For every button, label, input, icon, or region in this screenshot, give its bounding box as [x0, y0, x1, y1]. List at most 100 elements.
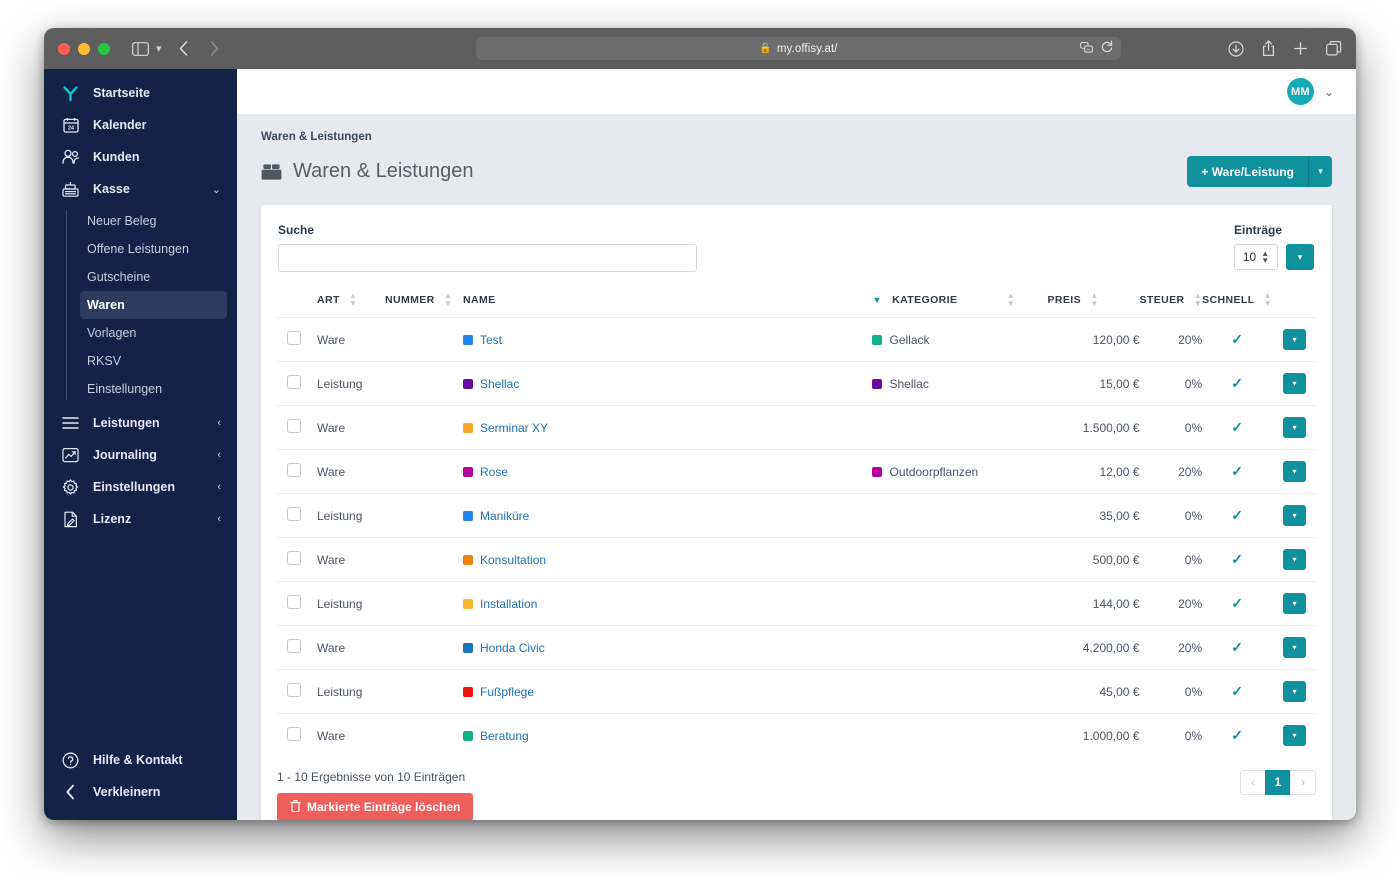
sidebar-item-einstellungen[interactable]: Einstellungen ‹ [44, 471, 237, 503]
name-link[interactable]: Konsultation [480, 553, 546, 567]
share-icon[interactable] [1262, 40, 1275, 57]
column-header-schnell[interactable]: SCHNELL ▲ ▼ [1202, 286, 1272, 318]
name-link[interactable]: Serminar XY [480, 421, 548, 435]
row-checkbox[interactable] [287, 507, 301, 521]
sidebar-item-hilfe-kontakt[interactable]: Hilfe & Kontakt [44, 744, 237, 776]
sidebar-options-caret-icon[interactable]: ▾ [156, 42, 162, 55]
search-input[interactable] [278, 244, 697, 272]
entries-per-page-select[interactable]: 10 ▲ ▼ [1234, 244, 1278, 270]
sidebar-item-vorlagen[interactable]: Vorlagen [80, 319, 227, 347]
row-actions-button[interactable]: ▾ [1283, 637, 1306, 658]
row-actions-button[interactable]: ▾ [1283, 593, 1306, 614]
sort-icon[interactable]: ▲ ▼ [1007, 292, 1015, 308]
sort-icon[interactable]: ▲ ▼ [1090, 292, 1098, 308]
row-checkbox[interactable] [287, 419, 301, 433]
name-link[interactable]: Fußpflege [480, 685, 534, 699]
row-actions-button[interactable]: ▾ [1283, 329, 1306, 350]
sidebar-item-kalender[interactable]: 24 Kalender [44, 109, 237, 141]
table-row[interactable]: Leistung Maniküre 35,00 €0% ✓ ▾ [277, 493, 1316, 538]
column-header-name[interactable]: NAME [463, 286, 872, 318]
filter-button[interactable]: ▾ [1286, 244, 1314, 270]
row-actions-button[interactable]: ▾ [1283, 505, 1306, 526]
tab-overview-icon[interactable] [1326, 41, 1342, 56]
sidebar-toggle-icon[interactable] [132, 41, 149, 56]
sidebar-item-kunden[interactable]: Kunden [44, 141, 237, 173]
row-checkbox[interactable] [287, 595, 301, 609]
table-row[interactable]: Ware Honda Civic 4.200,00 €20% ✓ ▾ [277, 625, 1316, 670]
sidebar-item-waren[interactable]: Waren [80, 291, 227, 319]
table-row[interactable]: Ware Serminar XY 1.500,00 €0% ✓ ▾ [277, 405, 1316, 450]
name-link[interactable]: Shellac [480, 377, 519, 391]
minimize-window-button[interactable] [78, 42, 90, 55]
row-checkbox[interactable] [287, 463, 301, 477]
table-row[interactable]: Ware Rose Outdoorpflanzen 12,00 €20% ✓ ▾ [277, 449, 1316, 494]
column-header-steuer[interactable]: STEUER ▲ ▼ [1139, 286, 1202, 318]
translate-icon[interactable]: A [1080, 40, 1093, 58]
sort-icon[interactable]: ▲ ▼ [1264, 292, 1272, 308]
chevron-down-icon[interactable]: ⌄ [212, 183, 221, 196]
sidebar-item-verkleinern[interactable]: Verkleinern [44, 776, 237, 808]
name-link[interactable]: Rose [480, 465, 508, 479]
column-header-art[interactable]: ART ▲ ▼ [317, 286, 385, 318]
sort-icon[interactable]: ▲ ▼ [444, 292, 452, 308]
row-actions-button[interactable]: ▾ [1283, 681, 1306, 702]
row-checkbox[interactable] [287, 551, 301, 565]
sort-icon[interactable]: ▲ ▼ [349, 292, 357, 308]
table-row[interactable]: Ware Test Gellack 120,00 €20% ✓ ▾ [277, 317, 1316, 362]
row-actions-button[interactable]: ▾ [1283, 417, 1306, 438]
back-icon[interactable] [179, 41, 188, 56]
pagination-page-1[interactable]: 1 [1265, 770, 1291, 795]
sort-icon[interactable]: ▲ ▼ [1194, 292, 1202, 308]
row-checkbox[interactable] [287, 683, 301, 697]
forward-icon[interactable] [210, 41, 219, 56]
sidebar-item-neuer-beleg[interactable]: Neuer Beleg [80, 207, 227, 235]
table-row[interactable]: Ware Konsultation 500,00 €0% ✓ ▾ [277, 537, 1316, 582]
chevron-left-icon[interactable]: ‹ [217, 449, 221, 461]
sidebar-item-offene-leistungen[interactable]: Offene Leistungen [80, 235, 227, 263]
name-link[interactable]: Honda Civic [480, 641, 545, 655]
chevron-left-icon[interactable]: ‹ [217, 481, 221, 493]
row-actions-button[interactable]: ▾ [1283, 461, 1306, 482]
downloads-icon[interactable] [1228, 40, 1244, 57]
pagination-prev[interactable]: ‹ [1240, 770, 1266, 795]
row-checkbox[interactable] [287, 375, 301, 389]
add-ware-leistung-button[interactable]: + Ware/Leistung [1187, 156, 1308, 187]
row-checkbox[interactable] [287, 639, 301, 653]
name-link[interactable]: Beratung [480, 729, 529, 743]
new-tab-icon[interactable] [1293, 41, 1308, 56]
chevron-down-icon[interactable]: ⌄ [1324, 85, 1334, 99]
column-header-kategorie[interactable]: ▼ KATEGORIE ▲ ▼ [872, 286, 1047, 318]
name-link[interactable]: Installation [480, 597, 537, 611]
sidebar-item-lizenz[interactable]: Lizenz ‹ [44, 503, 237, 535]
sidebar-item-startseite[interactable]: Startseite [44, 77, 237, 109]
table-row[interactable]: Leistung Installation 144,00 €20% ✓ ▾ [277, 581, 1316, 626]
row-checkbox[interactable] [287, 331, 301, 345]
chevron-left-icon[interactable]: ‹ [217, 417, 221, 429]
column-header-nummer[interactable]: NUMMER ▲ ▼ [385, 286, 463, 318]
sidebar-item-gutscheine[interactable]: Gutscheine [80, 263, 227, 291]
reload-icon[interactable] [1101, 40, 1113, 58]
sidebar-item-journaling[interactable]: Journaling ‹ [44, 439, 237, 471]
close-window-button[interactable] [58, 42, 70, 55]
row-actions-button[interactable]: ▾ [1283, 373, 1306, 394]
name-link[interactable]: Test [480, 333, 502, 347]
table-row[interactable]: Ware Beratung 1.000,00 €0% ✓ ▾ [277, 713, 1316, 757]
sidebar-item-kasse-einstellungen[interactable]: Einstellungen [80, 375, 227, 403]
name-link[interactable]: Maniküre [480, 509, 529, 523]
table-row[interactable]: Leistung Fußpflege 45,00 €0% ✓ ▾ [277, 669, 1316, 714]
row-actions-button[interactable]: ▾ [1283, 725, 1306, 746]
column-header-preis[interactable]: PREIS ▲ ▼ [1047, 286, 1139, 318]
delete-selected-button[interactable]: Markierte Einträge löschen [277, 793, 474, 820]
row-checkbox[interactable] [287, 727, 301, 741]
table-row[interactable]: Leistung Shellac Shellac 15,00 €0% ✓ ▾ [277, 361, 1316, 406]
pagination-next[interactable]: › [1290, 770, 1316, 795]
sidebar-item-rksv[interactable]: RKSV [80, 347, 227, 375]
avatar[interactable]: MM [1286, 78, 1314, 105]
sidebar-item-kasse[interactable]: Kasse ⌄ [44, 173, 237, 205]
address-bar[interactable]: 🔒 my.offisy.at/ A [476, 37, 1121, 60]
sidebar-item-leistungen[interactable]: Leistungen ‹ [44, 407, 237, 439]
chevron-left-icon[interactable]: ‹ [217, 513, 221, 525]
row-actions-button[interactable]: ▾ [1283, 549, 1306, 570]
add-ware-leistung-caret-button[interactable]: ▾ [1308, 156, 1332, 187]
maximize-window-button[interactable] [98, 42, 110, 55]
